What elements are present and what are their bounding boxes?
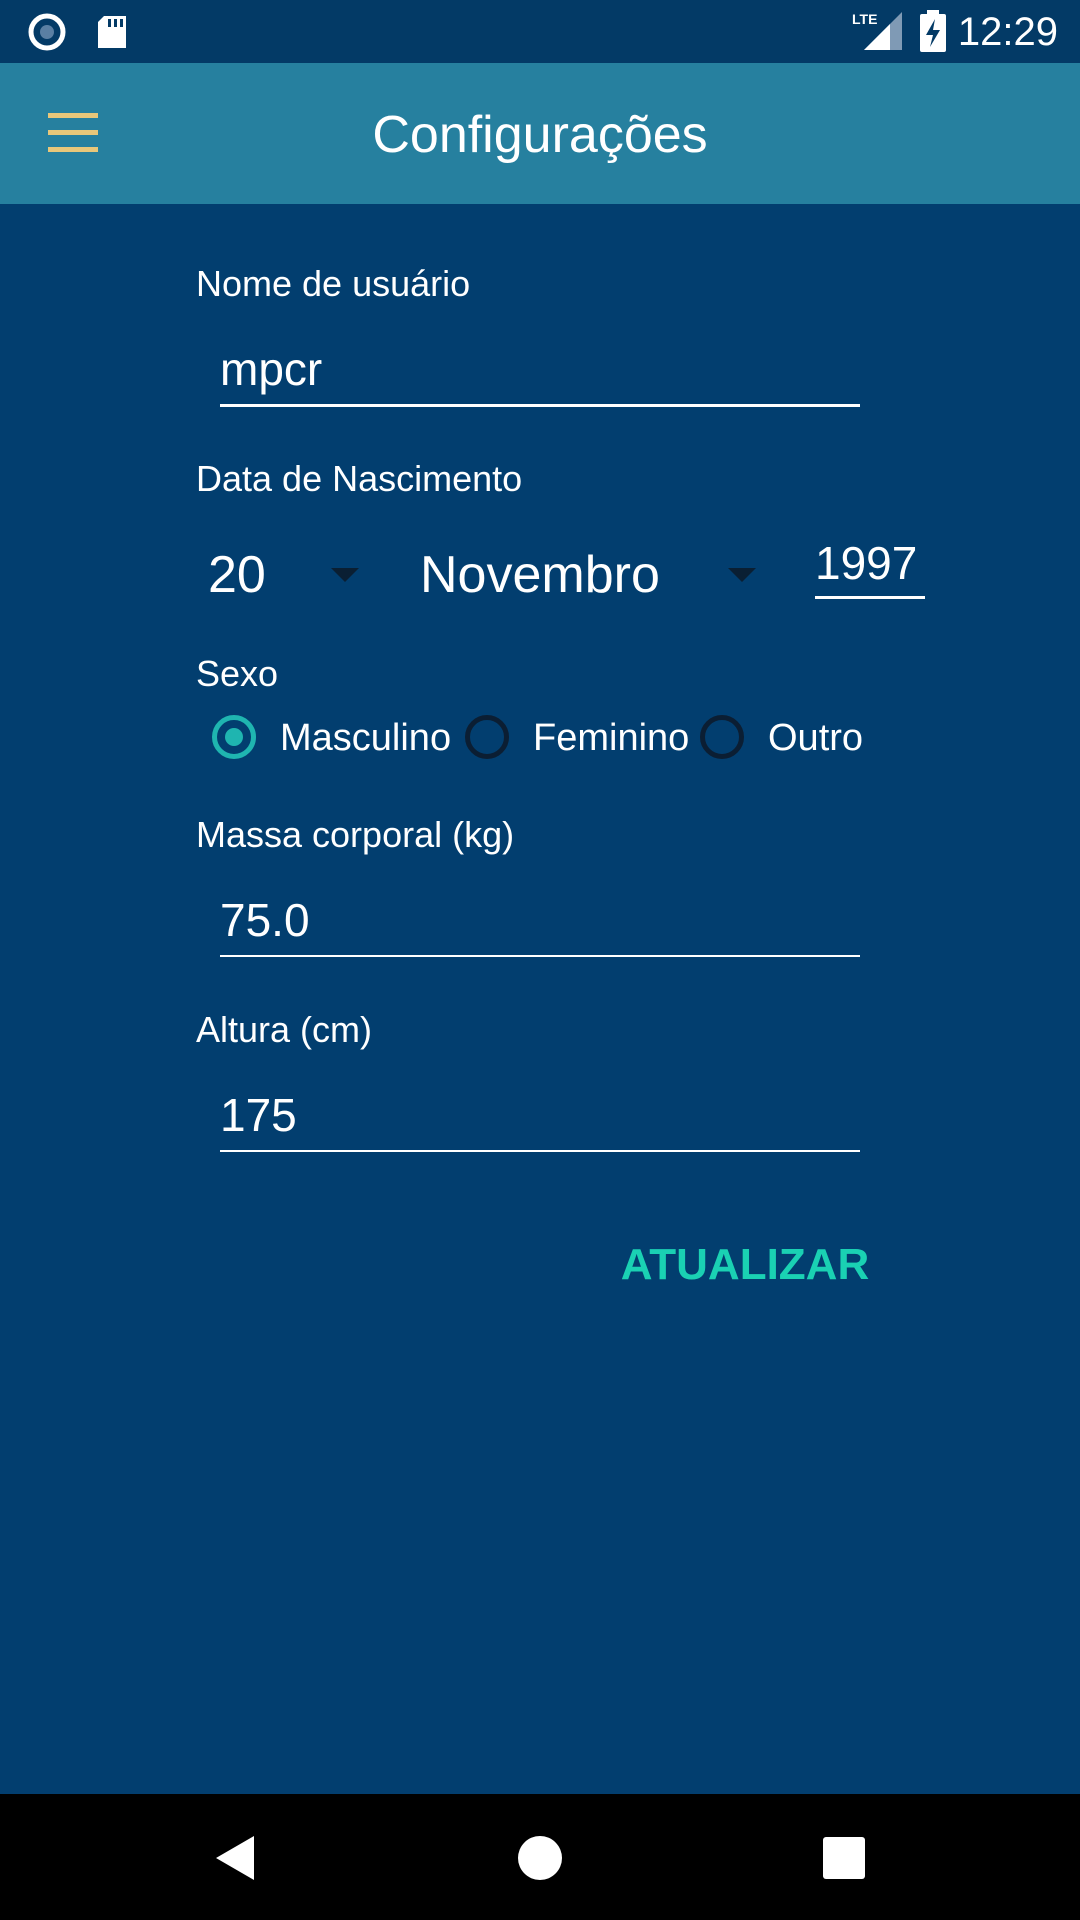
day-value: 20 xyxy=(208,546,266,604)
weight-label: Massa corporal (kg) xyxy=(196,814,515,855)
recents-icon[interactable] xyxy=(816,1830,872,1886)
sex-label: Sexo xyxy=(196,653,279,694)
radio-outro[interactable]: Outro xyxy=(700,713,870,769)
year-field-wrapper xyxy=(815,530,925,599)
signal-icon: LTE xyxy=(852,11,902,50)
record-icon xyxy=(28,13,66,51)
status-time: 12:29 xyxy=(957,10,1058,54)
radio-feminino[interactable]: Feminino xyxy=(465,713,689,769)
username-field[interactable] xyxy=(220,334,860,404)
radio-unchecked-icon xyxy=(700,715,744,759)
chevron-down-icon xyxy=(331,568,359,582)
username-label: Nome de usuário xyxy=(196,263,471,304)
height-label: Altura (cm) xyxy=(196,1009,373,1050)
birth-date-label: Data de Nascimento xyxy=(196,458,523,499)
lte-label: LTE xyxy=(852,11,877,27)
home-icon[interactable] xyxy=(512,1830,568,1886)
radio-label-feminino: Feminino xyxy=(533,717,690,759)
day-spinner[interactable]: 20 xyxy=(208,540,368,610)
status-bar: LTE 12:29 xyxy=(0,0,1080,63)
radio-label-outro: Outro xyxy=(768,717,864,759)
battery-charging-icon xyxy=(920,10,946,52)
update-button[interactable]: ATUALIZAR xyxy=(620,1230,870,1300)
page-title: Configurações xyxy=(372,106,708,164)
month-spinner[interactable]: Novembro xyxy=(420,540,760,610)
weight-field-wrapper xyxy=(220,885,860,957)
month-value: Novembro xyxy=(420,546,660,604)
username-field-wrapper xyxy=(220,334,860,407)
height-field[interactable] xyxy=(220,1080,860,1150)
radio-label-masculino: Masculino xyxy=(280,717,452,759)
back-icon[interactable] xyxy=(208,1830,264,1886)
app-bar: Configurações xyxy=(0,63,1080,204)
navigation-bar xyxy=(0,1794,1080,1920)
weight-field[interactable] xyxy=(220,885,860,955)
radio-unchecked-icon xyxy=(465,715,509,759)
year-field[interactable] xyxy=(815,530,925,596)
radio-masculino[interactable]: Masculino xyxy=(212,713,452,769)
chevron-down-icon xyxy=(728,568,756,582)
height-field-wrapper xyxy=(220,1080,860,1152)
sd-card-icon xyxy=(98,16,126,48)
radio-dot xyxy=(225,728,243,746)
